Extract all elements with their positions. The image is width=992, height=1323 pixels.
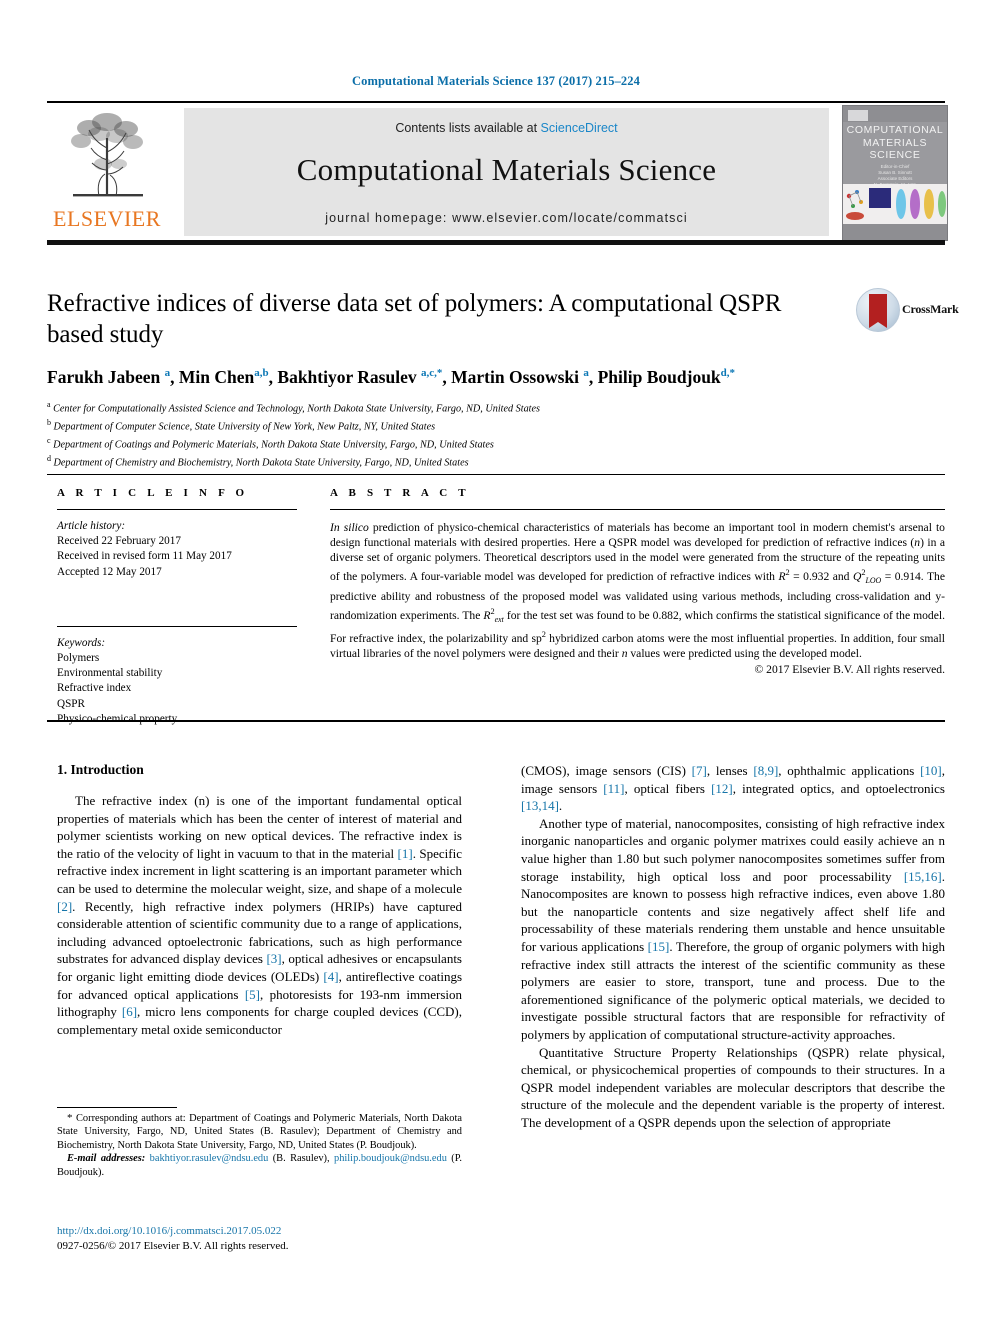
journal-cover-thumbnail: COMPUTATIONAL MATERIALS SCIENCE Editor-i… [842,105,948,241]
affiliation-text: Department of Chemistry and Biochemistry… [53,457,469,469]
cover-title-line2: MATERIALS [862,136,928,149]
article-history: Article history: Received 22 February 20… [57,519,297,580]
crossmark-bookmark-icon [869,294,887,328]
journal-title: Computational Materials Science [296,152,717,187]
body-paragraph: Quantitative Structure Property Relation… [521,1044,945,1130]
cover-title-line3: SCIENCE [869,149,921,161]
keyword-item: QSPR [57,697,85,710]
masthead-bottom-rule [47,240,945,245]
article-history-label: Article history: [57,520,126,532]
history-item: Accepted 12 May 2017 [57,565,162,578]
cover-bottom-band [843,224,947,240]
affiliation-text: Department of Coatings and Polymeric Mat… [53,439,494,451]
affiliation-item: c Department of Coatings and Polymeric M… [47,434,837,452]
keyword-item: Polymers [57,652,100,665]
elsevier-logo: ELSEVIER [47,108,167,236]
abstract-heading: A B S T R A C T [330,487,470,499]
affiliation-marker: d [47,453,51,463]
affiliation-item: b Department of Computer Science, State … [47,416,837,434]
contents-available-line: Contents lists available at ScienceDirec… [184,121,829,135]
footnote-rule [57,1107,177,1108]
journal-info-band: Contents lists available at ScienceDirec… [184,108,829,236]
affiliation-marker: a [47,399,51,409]
doi-link[interactable]: http://dx.doi.org/10.1016/j.commatsci.20… [57,1224,477,1239]
abstract-copyright: © 2017 Elsevier B.V. All rights reserved… [754,662,945,676]
body-paragraph: Another type of material, nanocomposites… [521,815,945,1042]
cover-title-line1: COMPUTATIONAL [846,124,944,136]
crossmark-label: CrossMark [902,302,959,316]
affiliation-item: d Department of Chemistry and Biochemist… [47,452,837,470]
contents-prefix: Contents lists available at [395,121,541,135]
email-note: E-mail addresses: bakhtiyor.rasulev@ndsu… [57,1152,462,1179]
email-label: E-mail addresses: [67,1153,146,1165]
elsevier-tree-icon [59,108,155,204]
info-bottom-rule [47,720,945,722]
cover-elsevier-mark [848,110,868,121]
affiliation-text: Department of Computer Science, State Un… [53,421,436,433]
running-head: Computational Materials Science 137 (201… [352,74,640,88]
affiliation-marker: c [47,435,51,445]
keyword-item: Environmental stability [57,667,163,680]
footnote-block: * Corresponding authors at: Department o… [57,1112,462,1179]
info-top-rule [47,474,945,475]
crossmark-icon [856,288,900,332]
sciencedirect-link[interactable]: ScienceDirect [541,121,618,135]
affiliation-list: a Center for Computationally Assisted Sc… [47,398,837,470]
article-info-rule [57,509,297,510]
abstract-rule [330,509,945,510]
section-heading-introduction: 1. Introduction [57,762,144,777]
abstract-text: In silico prediction of physico-chemical… [330,521,945,660]
author-list: Farukh Jabeen a, Min Chena,b, Bakhtiyor … [47,366,736,387]
keywords-label: Keywords: [57,636,106,649]
title-block: Refractive indices of diverse data set o… [47,288,837,470]
affiliation-text: Center for Computationally Assisted Scie… [53,403,540,415]
body-column-left: 1. Introduction The refractive index (n)… [57,762,462,1038]
body-paragraph: (CMOS), image sensors (CIS) [7], lenses … [521,763,945,814]
journal-homepage[interactable]: journal homepage: www.elsevier.com/locat… [184,211,829,225]
keywords-rule [57,625,297,627]
body-paragraph: The refractive index (n) is one of the i… [57,793,463,1037]
keyword-item: Refractive index [57,682,132,695]
abstract-column: A B S T R A C T In silico prediction of … [330,487,945,676]
elsevier-wordmark: ELSEVIER [53,206,161,231]
journal-masthead: ELSEVIER Contents lists available at Sci… [47,103,948,241]
history-item: Received in revised form 11 May 2017 [57,550,232,563]
article-info-column: A R T I C L E I N F O Article history: R… [57,487,297,727]
crossmark-badge[interactable]: CrossMark [856,288,959,332]
issn-copyright: 0927-0256/© 2017 Elsevier B.V. All right… [57,1239,289,1252]
keywords-group: Keywords: Polymers Environmental stabili… [57,636,297,727]
page-title: Refractive indices of diverse data set o… [47,290,782,348]
affiliation-item: a Center for Computationally Assisted Sc… [47,398,837,416]
history-item: Received 22 February 2017 [57,535,181,548]
footer-block: http://dx.doi.org/10.1016/j.commatsci.20… [57,1224,477,1253]
paper-page: Computational Materials Science 137 (201… [0,0,992,1323]
corresponding-author-note: * Corresponding authors at: Department o… [57,1112,462,1151]
cover-title: COMPUTATIONAL MATERIALS SCIENCE [843,124,947,162]
body-column-right: (CMOS), image sensors (CIS) [7], lenses … [521,762,945,1131]
cover-artwork [843,184,947,224]
affiliation-marker: b [47,417,51,427]
keywords-block: Keywords: Polymers Environmental stabili… [57,625,297,727]
article-info-heading: A R T I C L E I N F O [57,487,249,499]
